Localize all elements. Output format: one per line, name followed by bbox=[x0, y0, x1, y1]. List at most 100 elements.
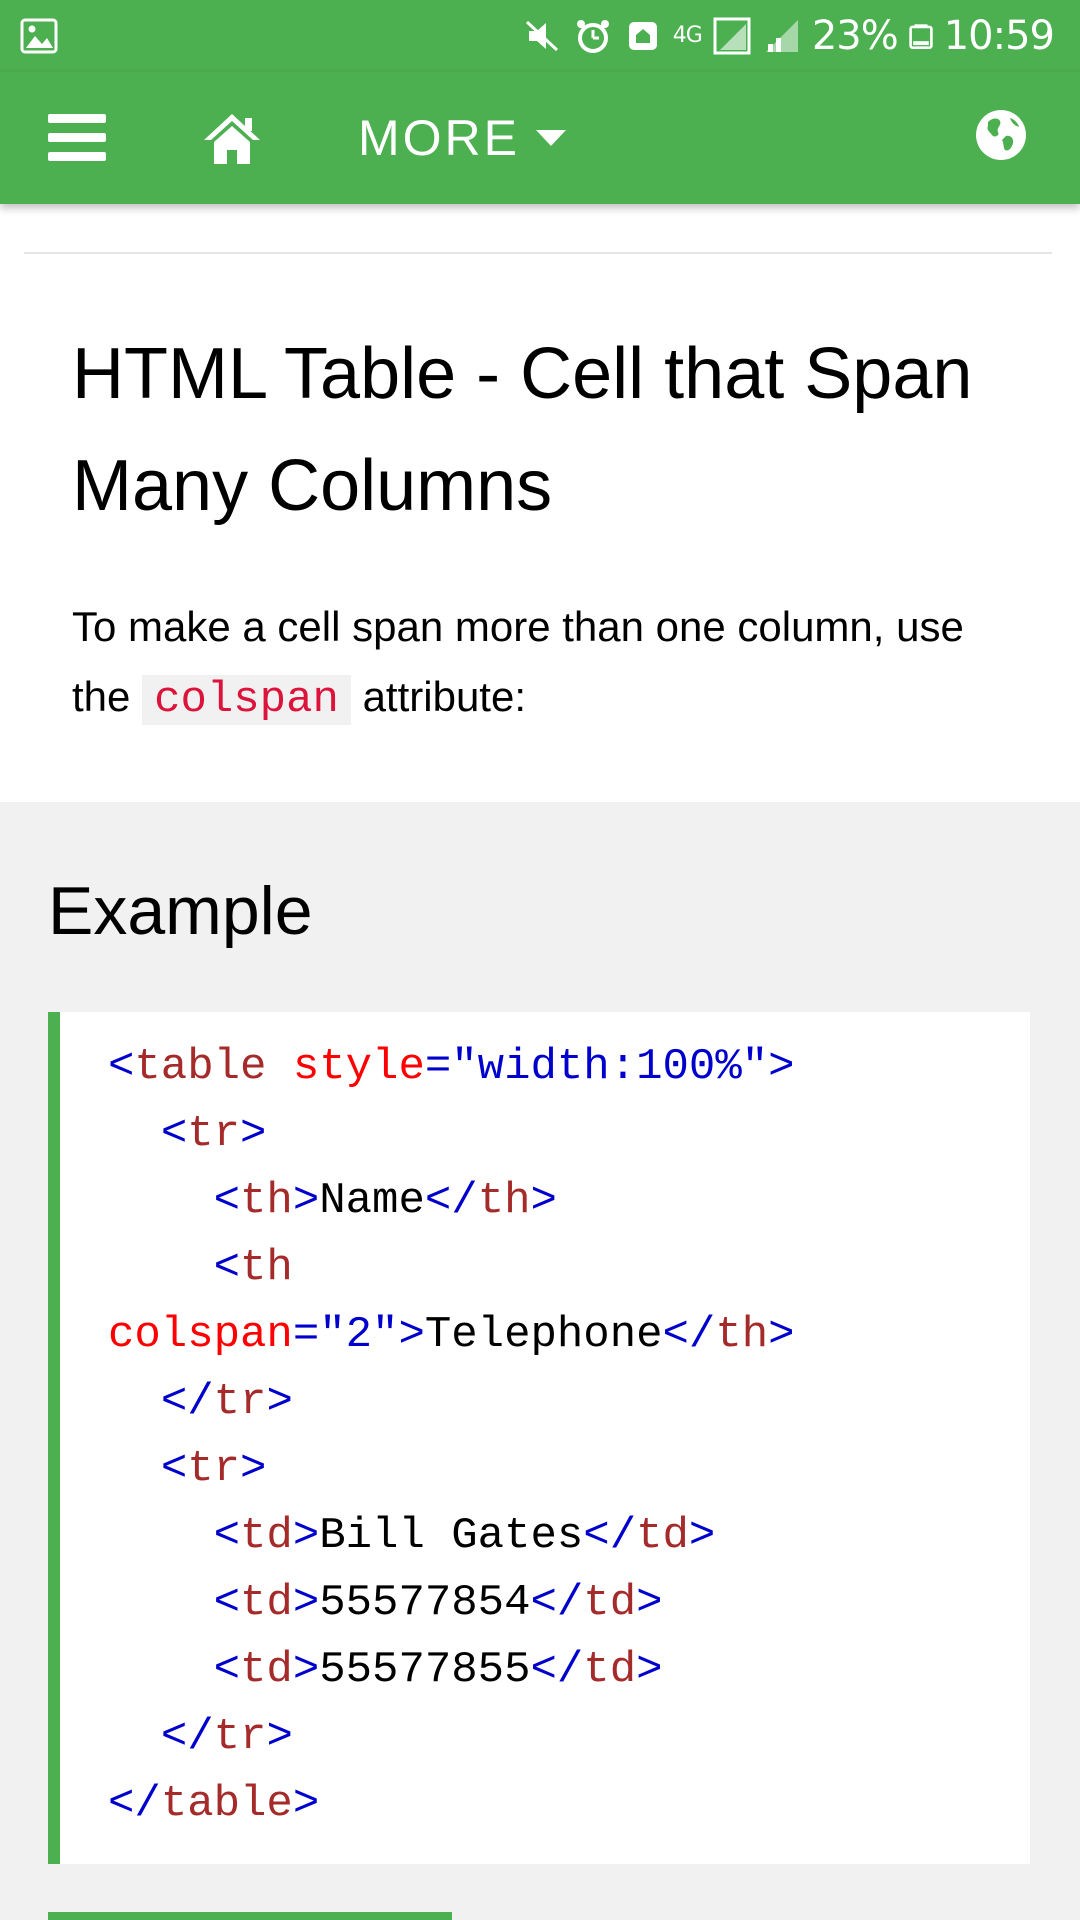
code-token: table bbox=[134, 1042, 267, 1092]
code-token: > bbox=[240, 1444, 267, 1494]
code-token: = bbox=[292, 1310, 320, 1360]
example-section: Example <table style="width:100%"> <tr> … bbox=[0, 802, 1080, 1920]
code-line: <td>55577854</td> bbox=[108, 1570, 795, 1637]
code-token: > bbox=[768, 1310, 795, 1360]
code-line: <tr> bbox=[108, 1101, 795, 1168]
alarm-icon bbox=[576, 20, 609, 53]
status-icons: 4G 23% 10:59 bbox=[523, 10, 1055, 62]
more-label: MORE bbox=[358, 110, 520, 166]
intro-text-end: attribute: bbox=[350, 673, 527, 720]
code-token: > bbox=[292, 1176, 320, 1226]
code-token: > bbox=[292, 1511, 320, 1561]
code-token: </ bbox=[662, 1310, 716, 1360]
code-token: th bbox=[715, 1310, 769, 1360]
try-it-yourself-button[interactable] bbox=[48, 1912, 452, 1920]
gallery-notification-icon bbox=[20, 18, 58, 54]
code-token: </ bbox=[424, 1176, 478, 1226]
code-token: table bbox=[160, 1779, 293, 1829]
code-token: > bbox=[240, 1109, 267, 1159]
code-line: colspan="2">Telephone</th> bbox=[108, 1302, 795, 1369]
code-token: > bbox=[636, 1578, 663, 1628]
code-token: > bbox=[266, 1377, 293, 1427]
signal-icon bbox=[713, 17, 751, 55]
code-token: > bbox=[688, 1511, 716, 1561]
code-token: th bbox=[240, 1243, 293, 1293]
intro-paragraph: To make a cell span more than one column… bbox=[72, 592, 1032, 735]
code-line: </tr> bbox=[108, 1369, 795, 1436]
code-token: > bbox=[398, 1310, 425, 1360]
code-token: > bbox=[636, 1645, 663, 1695]
code-line: </tr> bbox=[108, 1704, 795, 1771]
battery-percent: 23% bbox=[811, 13, 899, 59]
code-token: </ bbox=[160, 1377, 214, 1427]
code-token: "2" bbox=[319, 1310, 399, 1360]
code-line: <th>Name</th> bbox=[108, 1168, 795, 1235]
code-token: < bbox=[213, 1645, 241, 1695]
code-token: colspan bbox=[108, 1310, 293, 1360]
code-line: <td>Bill Gates</td> bbox=[108, 1503, 795, 1570]
code-line: <td>55577855</td> bbox=[108, 1637, 795, 1704]
content-divider bbox=[24, 252, 1052, 254]
code-token: Telephone bbox=[424, 1310, 663, 1360]
code-token: > bbox=[292, 1578, 320, 1628]
code-token: = bbox=[424, 1042, 452, 1092]
page-title: HTML Table - Cell that Span Many Columns bbox=[72, 334, 973, 526]
home-icon[interactable] bbox=[202, 110, 262, 166]
code-token: tr bbox=[213, 1377, 267, 1427]
sync-home-icon bbox=[628, 22, 657, 50]
battery-icon bbox=[909, 24, 933, 49]
code-token: </ bbox=[160, 1712, 214, 1762]
code-token: < bbox=[213, 1243, 241, 1293]
code-token: < bbox=[213, 1578, 241, 1628]
code-token: </ bbox=[530, 1645, 584, 1695]
code-token: Bill Gates bbox=[319, 1511, 584, 1561]
code-token: < bbox=[213, 1511, 241, 1561]
code-line: <table style="width:100%"> bbox=[108, 1034, 795, 1101]
code-token: td bbox=[583, 1645, 637, 1695]
code-token: td bbox=[240, 1511, 293, 1561]
code-token: < bbox=[213, 1176, 241, 1226]
globe-icon[interactable] bbox=[974, 108, 1028, 162]
code-line: <tr> bbox=[108, 1436, 795, 1503]
code-line: </table> bbox=[108, 1771, 795, 1838]
signal-weak-icon bbox=[765, 20, 798, 52]
code-token: "width:100%" bbox=[451, 1042, 769, 1092]
code-token: td bbox=[583, 1578, 637, 1628]
hamburger-menu-icon[interactable] bbox=[48, 114, 106, 162]
code-token: tr bbox=[187, 1109, 241, 1159]
code-token: > bbox=[292, 1779, 320, 1829]
code-token: > bbox=[530, 1176, 557, 1226]
code-block: <table style="width:100%"> <tr> <th>Name… bbox=[108, 1034, 795, 1838]
caret-down-icon bbox=[536, 130, 566, 146]
code-token: td bbox=[636, 1511, 689, 1561]
code-token: th bbox=[477, 1176, 531, 1226]
code-token: </ bbox=[108, 1779, 161, 1829]
code-line: <th bbox=[108, 1235, 795, 1302]
code-token: </ bbox=[530, 1578, 584, 1628]
code-token: </ bbox=[583, 1511, 637, 1561]
code-token: 55577854 bbox=[319, 1578, 531, 1628]
code-token: td bbox=[240, 1645, 293, 1695]
more-dropdown-button[interactable]: MORE bbox=[358, 108, 566, 168]
code-token: > bbox=[266, 1712, 293, 1762]
mute-icon bbox=[525, 20, 558, 52]
code-token: < bbox=[160, 1109, 188, 1159]
code-token: 55577855 bbox=[319, 1645, 531, 1695]
code-token: > bbox=[292, 1645, 320, 1695]
inline-code-colspan: colspan bbox=[142, 675, 351, 725]
clock: 10:59 bbox=[943, 13, 1055, 59]
code-token: tr bbox=[213, 1712, 267, 1762]
status-bar: 4G 23% 10:59 bbox=[0, 0, 1080, 72]
code-token: tr bbox=[187, 1444, 241, 1494]
example-heading: Example bbox=[48, 873, 313, 949]
code-token: < bbox=[108, 1042, 135, 1092]
